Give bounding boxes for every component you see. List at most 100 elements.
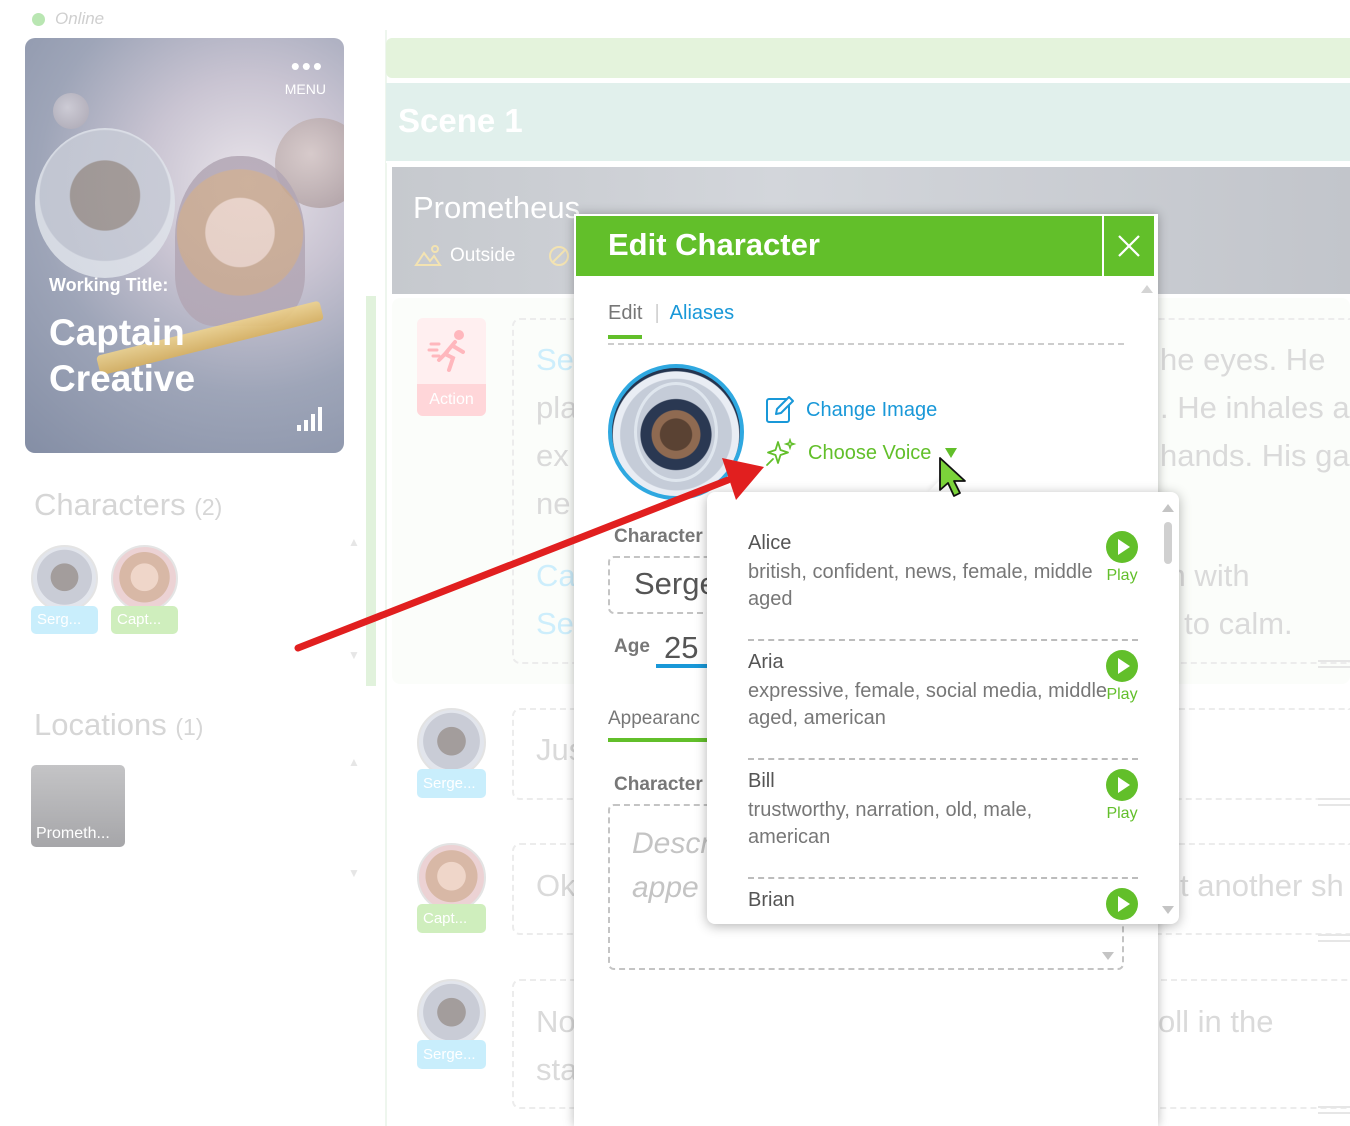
- voice-name: Bill: [748, 770, 775, 792]
- project-title: Captain Creative: [49, 312, 196, 399]
- voice-name: Aria: [748, 651, 784, 673]
- characters-scroll-down-icon[interactable]: ▼: [348, 648, 360, 662]
- dropdown-scroll-up-icon[interactable]: [1162, 504, 1174, 512]
- change-image-link[interactable]: Change Image: [764, 394, 937, 426]
- tab-aliases[interactable]: Aliases: [670, 302, 734, 339]
- online-dot-icon: [32, 12, 45, 26]
- time-of-day-icon: [549, 246, 570, 266]
- action-type-badge[interactable]: Action: [417, 318, 486, 416]
- action-type-label: Action: [417, 384, 486, 416]
- sidebar-character-captain[interactable]: Capt...: [111, 545, 178, 634]
- working-title-label: Working Title:: [49, 275, 169, 295]
- action-text-line: Ca: [536, 558, 576, 593]
- age-label: Age: [614, 636, 650, 657]
- sidebar-character-sergei[interactable]: Serg...: [31, 545, 98, 634]
- voice-option-alice[interactable]: Alice british, confident, news, female, …: [748, 522, 1138, 641]
- play-label: Play: [1106, 686, 1138, 703]
- avatar: [111, 545, 178, 612]
- modal-header: Edit Character: [576, 216, 1154, 276]
- voice-option-bill[interactable]: Bill trustworthy, narration, old, male, …: [748, 760, 1138, 879]
- age-input[interactable]: 25: [656, 630, 712, 668]
- location-chip-label: Prometh...: [36, 825, 110, 842]
- cover-astronaut-figure: [35, 128, 175, 278]
- voice-description: expressive, female, social media, middle…: [748, 680, 1108, 729]
- modal-scroll-up-icon[interactable]: [1141, 285, 1153, 293]
- locations-scroll-down-icon[interactable]: ▼: [348, 866, 360, 880]
- action-text-line: pla: [536, 390, 578, 425]
- character-name-label: Character: [614, 526, 703, 547]
- drag-handle-icon[interactable]: [1318, 1106, 1350, 1114]
- dropdown-scroll-down-icon[interactable]: [1162, 906, 1174, 914]
- tab-separator: |: [654, 302, 660, 324]
- tab-edit[interactable]: Edit: [608, 302, 643, 339]
- dialogue-text: No: [536, 1004, 576, 1039]
- locations-scroll-up-icon[interactable]: ▲: [348, 755, 360, 769]
- menu-label[interactable]: MENU: [285, 81, 326, 97]
- sidebar-divider-bar: [366, 296, 376, 686]
- locations-count: (1): [175, 714, 204, 740]
- close-button[interactable]: [1102, 216, 1154, 276]
- voice-dropdown: Alice british, confident, news, female, …: [707, 492, 1179, 924]
- modal-title: Edit Character: [608, 227, 820, 262]
- action-text-line: Se: [536, 606, 574, 641]
- characters-title-text: Characters: [34, 487, 186, 522]
- play-icon: [1106, 769, 1138, 801]
- scene-location-name: Prometheus: [413, 190, 581, 225]
- play-icon: [1106, 650, 1138, 682]
- modal-tabs: Edit | Aliases: [608, 302, 734, 339]
- description-scroll-down-icon[interactable]: [1102, 952, 1114, 960]
- chevron-down-icon: [945, 448, 958, 458]
- locations-section-title: Locations (1): [34, 707, 203, 743]
- close-icon: [1118, 235, 1140, 257]
- menu-dots-icon[interactable]: •••: [291, 53, 324, 79]
- character-portrait[interactable]: [608, 364, 744, 500]
- choose-voice-button[interactable]: Choose Voice: [764, 438, 958, 468]
- play-button[interactable]: [1106, 888, 1138, 920]
- characters-scroll-up-icon[interactable]: ▲: [348, 535, 360, 549]
- action-text-line: Se: [536, 342, 574, 377]
- sparkle-icon: [766, 438, 797, 466]
- voice-description: british, confident, news, female, middle…: [748, 561, 1093, 610]
- action-text-line-right: he eyes. He: [1160, 342, 1326, 377]
- voice-description: trustworthy, narration, old, male, ameri…: [748, 799, 1033, 848]
- tab-appearance[interactable]: Appearanc: [608, 708, 718, 742]
- speaker-label: Serge...: [417, 1040, 486, 1069]
- dialogue-text-right: t another sh: [1180, 868, 1344, 903]
- action-text-line: ex: [536, 438, 569, 473]
- online-status: Online: [32, 9, 104, 29]
- avatar: [417, 979, 486, 1048]
- dialogue-text-right: oll in the: [1158, 1004, 1274, 1039]
- dialogue-speaker-captain[interactable]: Capt...: [417, 843, 486, 933]
- choose-voice-label: Choose Voice: [808, 441, 932, 464]
- change-image-label: Change Image: [806, 398, 938, 421]
- running-man-icon: [427, 330, 465, 372]
- scene-header[interactable]: [386, 83, 1350, 163]
- stats-bars-icon[interactable]: [297, 407, 322, 431]
- moon-decoration: [53, 93, 89, 129]
- project-cover[interactable]: ••• MENU Working Title: Captain Creative: [25, 38, 344, 453]
- speaker-label: Capt...: [417, 904, 486, 933]
- voice-option-aria[interactable]: Aria expressive, female, social media, m…: [748, 641, 1138, 760]
- action-text-line-right: . He inhales a: [1160, 390, 1350, 425]
- voice-name: Brian: [748, 889, 795, 911]
- characters-count: (2): [194, 494, 223, 520]
- dialogue-speaker-sergei[interactable]: Serge...: [417, 708, 486, 798]
- play-button[interactable]: Play: [1106, 769, 1138, 823]
- tabs-divider: [608, 343, 1124, 345]
- dropdown-scrollbar-thumb[interactable]: [1164, 522, 1172, 564]
- dialogue-speaker-sergei[interactable]: Serge...: [417, 979, 486, 1069]
- landscape-icon: [414, 245, 442, 266]
- character-chip-label: Capt...: [111, 606, 178, 634]
- voice-option-brian[interactable]: Brian: [748, 879, 1138, 924]
- drag-handle-icon[interactable]: [1318, 934, 1350, 942]
- avatar: [31, 545, 98, 612]
- avatar: [417, 843, 486, 912]
- play-button[interactable]: Play: [1106, 650, 1138, 704]
- play-button[interactable]: Play: [1106, 531, 1138, 585]
- location-setting-text: Outside: [450, 245, 516, 266]
- drag-handle-icon[interactable]: [1318, 660, 1350, 668]
- drag-handle-icon[interactable]: [1318, 798, 1350, 806]
- sidebar-location-prometheus[interactable]: Prometh...: [31, 765, 125, 847]
- cover-captain-figure: [175, 156, 305, 326]
- edit-image-icon: [766, 396, 794, 423]
